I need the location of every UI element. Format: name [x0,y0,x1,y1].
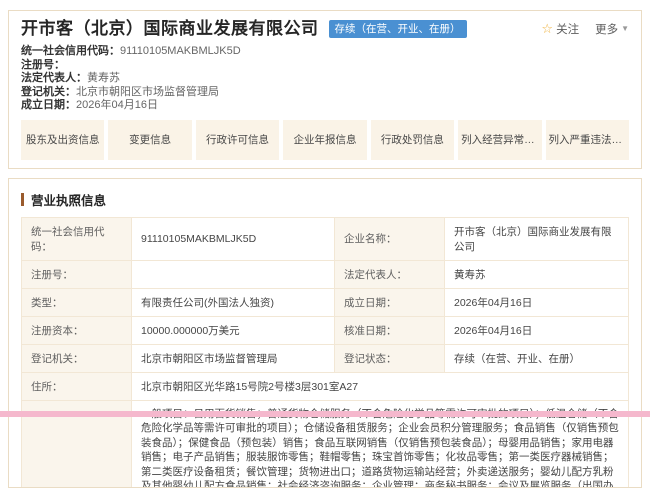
status-badge: 存续（在营、开业、在册） [329,20,467,38]
summary-value: 2026年04月16日 [76,99,158,111]
field-label: 登记机关： [22,344,132,372]
more-label: 更多 [595,21,618,37]
more-button[interactable]: 更多 ▼ [595,21,629,37]
tab-changes[interactable]: 变更信息 [108,120,191,160]
summary-registry-authority: 登记机关：北京市朝阳区市场监督管理局 [21,86,629,100]
section-title: 营业执照信息 [31,190,106,209]
field-value: 2026年04月16日 [445,288,629,316]
field-value: 有限责任公司(外国法人独资) [132,288,335,316]
field-value: 北京市朝阳区市场监督管理局 [132,344,335,372]
field-label: 住所： [22,372,132,400]
header-actions: ☆ 关注 更多 ▼ [541,21,629,37]
section-marker-bar [21,193,24,206]
field-value: 开市客（北京）国际商业发展有限公司 [445,217,629,260]
table-row-address: 住所： 北京市朝阳区光华路15号院2号楼3层301室A27 [22,372,629,400]
field-label: 核准日期： [335,316,445,344]
field-value: 存续（在营、开业、在册） [445,344,629,372]
company-header-card: 开市客（北京）国际商业发展有限公司 存续（在营、开业、在册） ☆ 关注 更多 ▼… [8,10,642,169]
field-label: 统一社会信用代码： [22,217,132,260]
company-summary: 统一社会信用代码：91110105MAKBMLJK5D 注册号： 法定代表人：黄… [21,45,629,113]
field-value: 10000.000000万美元 [132,316,335,344]
summary-value: 黄寿苏 [87,72,120,84]
field-label: 法定代表人： [335,260,445,288]
follow-button[interactable]: ☆ 关注 [541,21,579,37]
summary-reg-number: 注册号： [21,59,629,73]
field-value: 北京市朝阳区光华路15号院2号楼3层301室A27 [132,372,629,400]
field-label: 注册号： [22,260,132,288]
summary-label: 成立日期： [21,99,76,111]
summary-label: 注册号： [21,59,65,71]
table-row: 统一社会信用代码： 91110105MAKBMLJK5D 企业名称： 开市客（北… [22,217,629,260]
tab-annual-report[interactable]: 企业年报信息 [283,120,366,160]
tab-shareholders[interactable]: 股东及出资信息 [21,120,104,160]
info-tabs: 股东及出资信息 变更信息 行政许可信息 企业年报信息 行政处罚信息 列入经营异常… [21,120,629,160]
summary-credit-code: 统一社会信用代码：91110105MAKBMLJK5D [21,45,629,59]
summary-label: 登记机关： [21,86,76,98]
table-row: 注册号： 法定代表人： 黄寿苏 [22,260,629,288]
field-value [132,260,335,288]
tab-serious-violations[interactable]: 列入严重违法失信... [546,120,629,160]
field-value: 2026年04月16日 [445,316,629,344]
table-row: 登记机关： 北京市朝阳区市场监督管理局 登记状态： 存续（在营、开业、在册） [22,344,629,372]
field-value: 91110105MAKBMLJK5D [132,217,335,260]
summary-establish-date: 成立日期：2026年04月16日 [21,99,629,113]
business-license-card: 营业执照信息 统一社会信用代码： 91110105MAKBMLJK5D 企业名称… [8,178,642,488]
summary-value: 91110105MAKBMLJK5D [120,45,241,57]
table-row: 注册资本： 10000.000000万美元 核准日期： 2026年04月16日 [22,316,629,344]
bottom-highlight-bar [0,411,650,417]
table-row: 类型： 有限责任公司(外国法人独资) 成立日期： 2026年04月16日 [22,288,629,316]
license-table: 统一社会信用代码： 91110105MAKBMLJK5D 企业名称： 开市客（北… [21,217,629,488]
field-label: 成立日期： [335,288,445,316]
title-row: 开市客（北京）国际商业发展有限公司 存续（在营、开业、在册） ☆ 关注 更多 ▼ [21,18,629,40]
field-label: 注册资本： [22,316,132,344]
summary-label: 统一社会信用代码： [21,45,120,57]
tab-admin-penalty[interactable]: 行政处罚信息 [371,120,454,160]
field-value: 黄寿苏 [445,260,629,288]
section-header: 营业执照信息 [21,190,629,209]
tab-admin-license[interactable]: 行政许可信息 [196,120,279,160]
tab-abnormal-operations[interactable]: 列入经营异常名录... [458,120,541,160]
summary-label: 法定代表人： [21,72,87,84]
summary-value: 北京市朝阳区市场监督管理局 [76,86,219,98]
field-label: 登记状态： [335,344,445,372]
company-name: 开市客（北京）国际商业发展有限公司 [21,18,319,40]
summary-legal-rep: 法定代表人：黄寿苏 [21,72,629,86]
star-icon: ☆ [541,23,553,35]
field-label: 企业名称： [335,217,445,260]
follow-label: 关注 [556,21,579,37]
field-label: 类型： [22,288,132,316]
chevron-down-icon: ▼ [621,25,629,33]
